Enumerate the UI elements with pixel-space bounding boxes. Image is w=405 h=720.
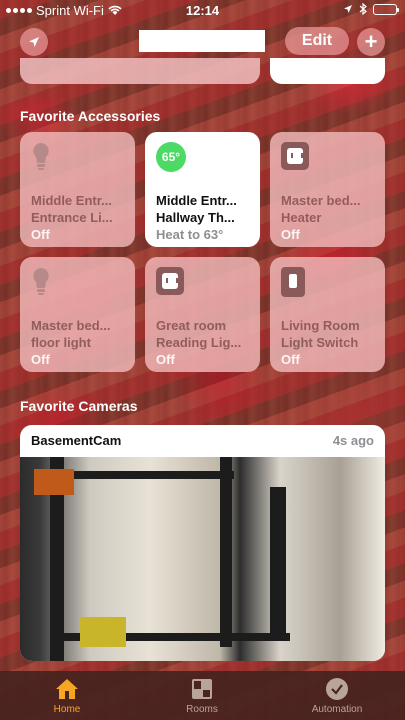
camera-snapshot[interactable] [20,457,385,661]
tab-label: Automation [311,704,363,715]
accessory-tile[interactable]: 65° Middle Entr... Hallway Th... Heat to… [145,132,260,247]
accessory-name: floor light [31,335,91,350]
camera-name: BasementCam [31,433,122,448]
tab-label: Rooms [186,704,218,715]
accessory-name: Middle Entr... [31,193,112,208]
switch-icon [281,267,305,297]
tab-automation[interactable]: Automation [287,677,387,715]
section-title-cameras: Favorite Cameras [20,398,138,414]
lightbulb-icon [33,143,49,170]
location-button[interactable] [20,28,48,56]
camera-card[interactable]: BasementCam 4s ago [20,425,385,661]
tab-bar: Home Rooms Automation [0,671,405,720]
accessory-name: Master bed... [281,193,361,208]
accessory-status: Off [281,352,300,367]
accessory-name: Entrance Li... [31,210,113,225]
accessory-name: Middle Entr... [156,193,237,208]
tab-label: Home [53,704,81,715]
accessory-name: Master bed... [31,318,111,333]
house-icon [56,679,78,699]
accessory-name: Heater [281,210,322,225]
accessory-name: Hallway Th... [156,210,235,225]
accessory-status: Off [31,227,50,242]
accessory-status: Off [281,227,300,242]
scene-tile[interactable] [270,58,385,84]
add-button[interactable]: + [357,28,385,56]
home-name-redacted [139,30,265,52]
accessory-status: Off [156,352,175,367]
lightbulb-icon [33,268,49,295]
outlet-icon [156,267,184,295]
scene-tile[interactable] [20,58,260,84]
bluetooth-icon [359,3,367,15]
accessory-tile[interactable]: Middle Entr... Entrance Li... Off [20,132,135,247]
accessory-tile[interactable]: Master bed... Heater Off [270,132,385,247]
location-arrow-icon [344,5,352,13]
tab-rooms[interactable]: Rooms [152,677,252,715]
edit-button[interactable]: Edit [285,27,349,55]
top-nav: Edit + [0,26,405,58]
plus-icon: + [364,29,378,54]
accessory-status: Off [31,352,50,367]
accessory-name: Great room [156,318,227,333]
thermostat-icon: 65° [156,142,186,172]
accessory-tile[interactable]: Master bed... floor light Off [20,257,135,372]
accessory-status: Heat to 63° [156,227,224,242]
accessory-name: Light Switch [281,335,359,350]
camera-timestamp: 4s ago [332,433,374,448]
rooms-icon [192,679,212,699]
accessory-name: Living Room [281,318,360,333]
accessory-name: Reading Lig... [156,335,242,350]
status-bar: Sprint Wi-Fi 12:14 [0,0,405,20]
clock-check-icon [326,678,348,700]
accessory-tile[interactable]: Living Room Light Switch Off [270,257,385,372]
tab-home[interactable]: Home [17,677,117,715]
section-title-accessories: Favorite Accessories [20,108,161,124]
location-arrow-icon [29,37,39,47]
outlet-icon [281,142,309,170]
accessory-tile[interactable]: Great room Reading Lig... Off [145,257,260,372]
battery-icon [373,3,399,15]
